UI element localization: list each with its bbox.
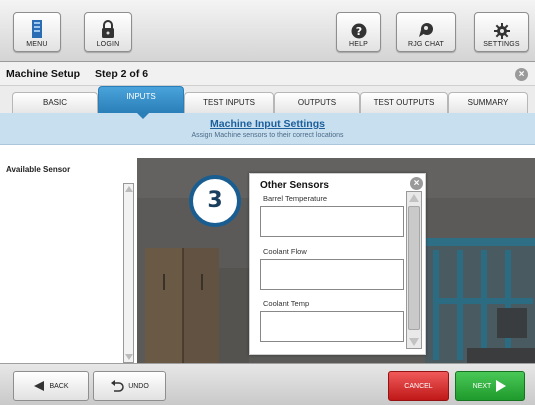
section-banner: Machine Input Settings Assign Machine se… bbox=[0, 113, 535, 145]
svg-text:?: ? bbox=[355, 25, 361, 38]
tab-test-inputs[interactable]: TEST INPUTS bbox=[184, 92, 274, 113]
step-indicator: Step 2 of 6 bbox=[95, 68, 149, 80]
back-label: BACK bbox=[49, 382, 69, 390]
menu-icon bbox=[32, 20, 42, 38]
dialog-close-icon[interactable]: × bbox=[410, 177, 423, 190]
available-sensor-panel: Available Sensor bbox=[0, 145, 137, 363]
step-number-badge: 3 bbox=[189, 175, 241, 227]
tab-basic[interactable]: BASIC bbox=[12, 92, 98, 113]
undo-label: UNDO bbox=[128, 382, 149, 390]
lock-icon bbox=[102, 20, 114, 38]
tab-bar: BASIC INPUTS TEST INPUTS OUTPUTS TEST OU… bbox=[0, 86, 535, 113]
next-button[interactable]: NEXT bbox=[455, 371, 525, 401]
top-toolbar: MENU LOGIN ? HELP RJG CHAT SETTINGS bbox=[0, 0, 535, 62]
rjg-chat-button[interactable]: RJG CHAT bbox=[396, 12, 456, 52]
undo-icon bbox=[111, 380, 124, 392]
available-sensor-heading: Available Sensor bbox=[6, 165, 71, 174]
scroll-down-icon[interactable] bbox=[409, 338, 419, 346]
bottom-action-bar: BACK UNDO CANCEL NEXT bbox=[0, 363, 535, 405]
undo-button[interactable]: UNDO bbox=[93, 371, 166, 401]
next-label: NEXT bbox=[472, 382, 492, 390]
cancel-button[interactable]: CANCEL bbox=[388, 371, 449, 401]
banner-title[interactable]: Machine Input Settings bbox=[0, 118, 535, 130]
back-arrow-icon bbox=[34, 381, 45, 391]
settings-button[interactable]: SETTINGS bbox=[474, 12, 529, 52]
rjg-chat-label: RJG CHAT bbox=[407, 41, 445, 48]
login-button[interactable]: LOGIN bbox=[84, 12, 132, 52]
cancel-label: CANCEL bbox=[404, 382, 433, 390]
gear-icon bbox=[493, 23, 510, 39]
coolant-flow-dropzone[interactable] bbox=[260, 259, 404, 290]
banner-subtitle: Assign Machine sensors to their correct … bbox=[191, 132, 344, 139]
page-title: Machine Setup bbox=[6, 68, 81, 80]
help-button[interactable]: ? HELP bbox=[336, 12, 381, 52]
tab-inputs[interactable]: INPUTS bbox=[98, 86, 184, 113]
dialog-scrollbar[interactable] bbox=[406, 191, 422, 349]
scrollbar-thumb[interactable] bbox=[408, 206, 420, 330]
next-arrow-icon bbox=[496, 380, 507, 392]
field-label-coolant-flow: Coolant Flow bbox=[263, 247, 307, 256]
coolant-temp-dropzone[interactable] bbox=[260, 311, 404, 342]
login-label: LOGIN bbox=[96, 41, 120, 48]
scroll-up-icon[interactable] bbox=[125, 186, 133, 192]
field-label-coolant-temp: Coolant Temp bbox=[263, 299, 310, 308]
scroll-up-icon[interactable] bbox=[409, 194, 419, 202]
barrel-temperature-dropzone[interactable] bbox=[260, 206, 404, 237]
chat-icon bbox=[419, 23, 433, 37]
tab-summary[interactable]: SUMMARY bbox=[448, 92, 528, 113]
field-label-barrel-temperature: Barrel Temperature bbox=[263, 194, 328, 203]
active-tab-pointer bbox=[136, 112, 150, 119]
other-sensors-dialog: Other Sensors × Barrel Temperature Coola… bbox=[249, 173, 426, 355]
page-header: Machine Setup Step 2 of 6 × bbox=[0, 62, 535, 86]
settings-label: SETTINGS bbox=[483, 41, 520, 48]
sensor-list-scrollbar[interactable] bbox=[123, 183, 134, 363]
dialog-title: Other Sensors bbox=[260, 180, 329, 191]
menu-button[interactable]: MENU bbox=[13, 12, 61, 52]
scroll-down-icon[interactable] bbox=[125, 354, 133, 360]
back-button[interactable]: BACK bbox=[13, 371, 89, 401]
tab-outputs[interactable]: OUTPUTS bbox=[274, 92, 360, 113]
close-icon[interactable]: × bbox=[515, 68, 528, 81]
help-label: HELP bbox=[348, 41, 369, 48]
tab-test-outputs[interactable]: TEST OUTPUTS bbox=[360, 92, 448, 113]
help-icon: ? bbox=[351, 23, 366, 39]
menu-label: MENU bbox=[26, 41, 48, 48]
